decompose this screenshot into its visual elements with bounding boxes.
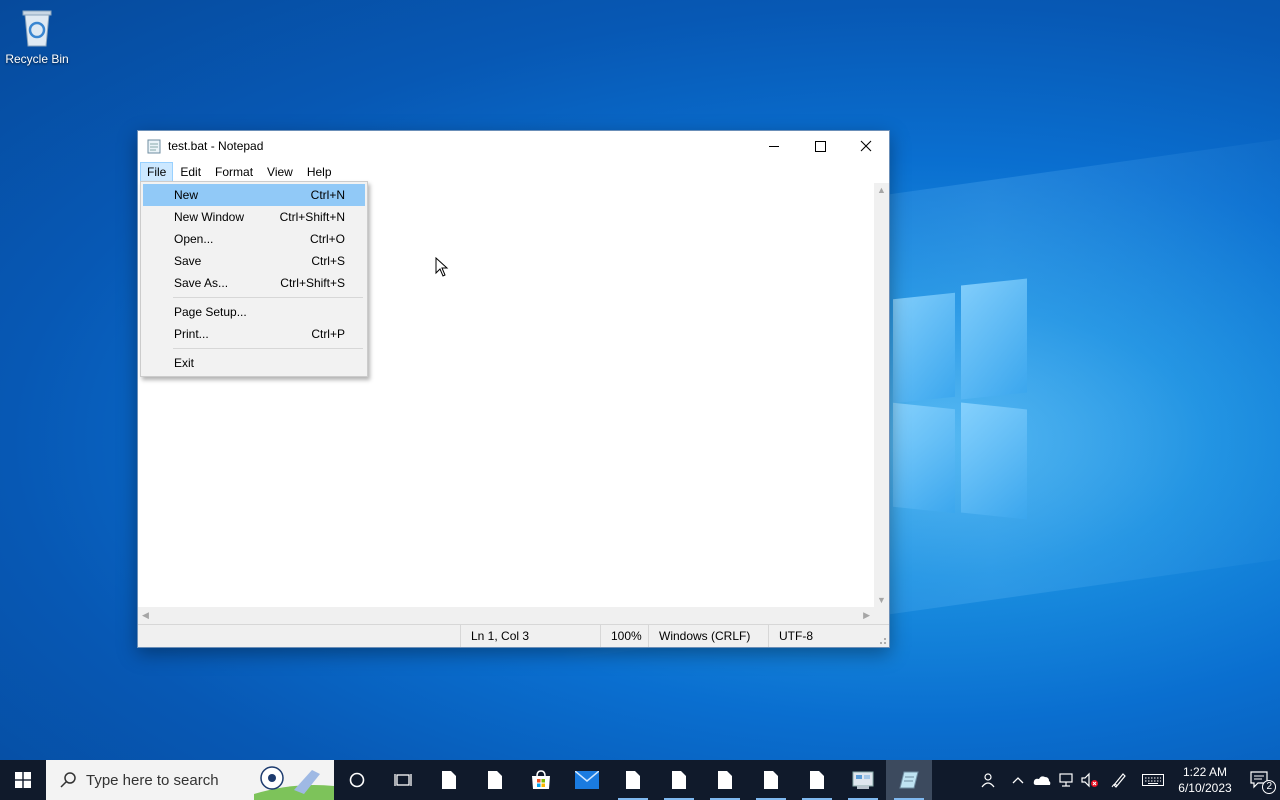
- action-center-button[interactable]: 2: [1240, 760, 1280, 800]
- notepad-icon: [899, 771, 919, 789]
- taskbar-app-notepad[interactable]: [886, 760, 932, 800]
- title-bar[interactable]: test.bat - Notepad: [138, 131, 889, 161]
- task-view-button[interactable]: [380, 760, 426, 800]
- document-icon: [488, 771, 502, 789]
- search-icon: [60, 772, 76, 788]
- taskbar-app-store[interactable]: [518, 760, 564, 800]
- close-icon: [860, 140, 872, 152]
- document-icon: [442, 771, 456, 789]
- status-cursor-position: Ln 1, Col 3: [460, 625, 600, 647]
- cortana-circle-icon: [349, 772, 365, 788]
- taskbar-app-mail[interactable]: [564, 760, 610, 800]
- clock-time: 1:22 AM: [1182, 765, 1228, 779]
- resize-grip-icon[interactable]: [877, 635, 887, 645]
- window-title: test.bat - Notepad: [168, 139, 264, 153]
- taskbar-app-file-4[interactable]: [656, 760, 702, 800]
- taskbar-app-file-2[interactable]: [472, 760, 518, 800]
- windows-start-icon: [15, 772, 31, 788]
- clock-date: 6/10/2023: [1178, 781, 1232, 795]
- minimize-button[interactable]: [751, 131, 797, 161]
- search-highlight-soccer-icon: [254, 766, 334, 800]
- document-icon: [626, 771, 640, 789]
- menu-item-page-setup[interactable]: Page Setup...: [143, 301, 365, 323]
- network-button[interactable]: [1054, 760, 1078, 800]
- taskbar-app-file-1[interactable]: [426, 760, 472, 800]
- taskbar-app-control-panel[interactable]: [840, 760, 886, 800]
- onedrive-cloud-icon: [1033, 776, 1051, 785]
- microsoft-store-icon: [532, 770, 550, 789]
- menu-item-exit[interactable]: Exit: [143, 352, 365, 374]
- touch-keyboard-button[interactable]: [1136, 760, 1170, 800]
- vertical-scrollbar[interactable]: ▲ ▼: [874, 183, 889, 607]
- taskbar-app-file-7[interactable]: [794, 760, 840, 800]
- maximize-button[interactable]: [797, 131, 843, 161]
- menu-item-save-as[interactable]: Save As... Ctrl+Shift+S: [143, 272, 365, 294]
- menu-help[interactable]: Help: [300, 162, 339, 182]
- menu-edit[interactable]: Edit: [173, 162, 208, 182]
- file-menu-dropdown: New Ctrl+N New Window Ctrl+Shift+N Open.…: [140, 181, 368, 377]
- menu-item-open[interactable]: Open... Ctrl+O: [143, 228, 365, 250]
- taskbar-app-file-6[interactable]: [748, 760, 794, 800]
- pen-icon: [1111, 773, 1126, 788]
- show-hidden-icons-button[interactable]: [1006, 760, 1030, 800]
- notepad-icon: [146, 138, 162, 154]
- scroll-right-icon[interactable]: ▶: [863, 610, 870, 621]
- system-tray: 1:22 AM 6/10/2023 2: [972, 760, 1280, 800]
- cortana-button[interactable]: [334, 760, 380, 800]
- chevron-up-icon: [1012, 777, 1024, 784]
- people-button[interactable]: [972, 760, 1006, 800]
- people-icon: [981, 773, 995, 788]
- task-view-icon: [394, 774, 412, 786]
- menu-file[interactable]: File: [140, 162, 174, 182]
- close-button[interactable]: [843, 131, 889, 161]
- status-zoom: 100%: [600, 625, 650, 647]
- scroll-left-icon[interactable]: ◀: [142, 610, 149, 621]
- start-button[interactable]: [0, 760, 46, 800]
- recycle-bin-icon: [20, 8, 54, 48]
- status-bar: Ln 1, Col 3 100% Windows (CRLF) UTF-8: [138, 624, 889, 647]
- menu-view[interactable]: View: [260, 162, 300, 182]
- menu-item-new-window[interactable]: New Window Ctrl+Shift+N: [143, 206, 365, 228]
- menu-separator: [173, 348, 363, 349]
- taskbar: Type here to search 1:22 AM 6/10/2023 2: [0, 760, 1280, 800]
- maximize-icon: [814, 140, 826, 152]
- minimize-icon: [768, 145, 779, 147]
- search-placeholder: Type here to search: [86, 771, 219, 789]
- document-icon: [718, 771, 732, 789]
- scroll-up-icon[interactable]: ▲: [877, 185, 886, 195]
- desktop-icon-recycle-bin[interactable]: Recycle Bin: [4, 8, 70, 66]
- onedrive-button[interactable]: [1030, 760, 1054, 800]
- recycle-bin-label: Recycle Bin: [5, 52, 69, 66]
- document-icon: [672, 771, 686, 789]
- taskbar-search-box[interactable]: Type here to search: [46, 760, 334, 800]
- mouse-cursor-icon: [435, 257, 449, 277]
- notification-count-badge: 2: [1262, 780, 1276, 794]
- keyboard-icon: [1142, 774, 1164, 786]
- volume-button[interactable]: [1078, 760, 1102, 800]
- taskbar-app-file-5[interactable]: [702, 760, 748, 800]
- document-icon: [764, 771, 778, 789]
- volume-muted-icon: [1081, 772, 1098, 788]
- menu-separator: [173, 297, 363, 298]
- control-panel-icon: [852, 771, 874, 789]
- status-line-ending: Windows (CRLF): [648, 625, 768, 647]
- network-icon: [1059, 773, 1073, 787]
- taskbar-clock[interactable]: 1:22 AM 6/10/2023: [1170, 764, 1240, 796]
- menu-format[interactable]: Format: [208, 162, 260, 182]
- status-encoding: UTF-8: [768, 625, 888, 647]
- menu-bar: File Edit Format View Help: [138, 161, 889, 183]
- document-icon: [810, 771, 824, 789]
- scroll-down-icon[interactable]: ▼: [877, 595, 886, 605]
- menu-item-new[interactable]: New Ctrl+N: [143, 184, 365, 206]
- scrollbar-corner: [874, 607, 889, 624]
- mail-icon: [575, 771, 599, 789]
- pen-workspace-button[interactable]: [1102, 760, 1136, 800]
- menu-item-print[interactable]: Print... Ctrl+P: [143, 323, 365, 345]
- taskbar-app-file-3[interactable]: [610, 760, 656, 800]
- horizontal-scrollbar[interactable]: ◀ ▶: [138, 607, 874, 624]
- menu-item-save[interactable]: Save Ctrl+S: [143, 250, 365, 272]
